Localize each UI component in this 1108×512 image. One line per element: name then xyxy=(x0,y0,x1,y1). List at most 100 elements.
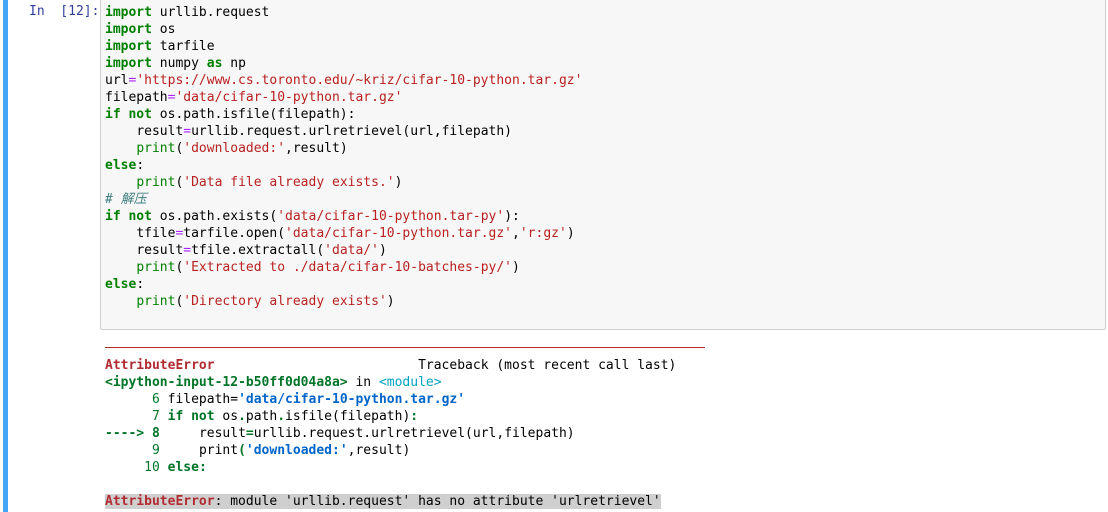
code-text: print xyxy=(198,443,239,458)
keyword: not xyxy=(128,107,152,122)
code-text: ,result) xyxy=(285,141,348,156)
operator: . xyxy=(238,409,246,424)
string-literal: 'data/cifar-10-python.tar.gz' xyxy=(285,226,513,241)
string-literal: 'data/cifar-10-python.tar.gz' xyxy=(238,392,466,407)
code-text: tarfile.open( xyxy=(183,226,286,241)
keyword: else xyxy=(105,158,137,173)
builtin: print xyxy=(136,175,176,190)
code-text: , xyxy=(512,226,520,241)
code-text: isfile(filepath) xyxy=(285,409,411,424)
input-reference: <ipython-input-12-b50ff0d04a8a> xyxy=(105,375,348,390)
error-name: AttributeError xyxy=(105,358,215,373)
keyword: else xyxy=(105,277,137,292)
code-text: os.path.isfile(filepath): xyxy=(151,107,356,122)
keyword: if xyxy=(105,209,121,224)
code-editor[interactable]: import urllib.request import os import t… xyxy=(105,4,582,310)
keyword: if xyxy=(167,409,184,424)
traceback-output: AttributeError Traceback (most recent ca… xyxy=(105,357,676,510)
keyword: else xyxy=(167,460,199,475)
keyword: not xyxy=(128,209,152,224)
string-literal: 'downloaded:' xyxy=(183,141,286,156)
builtin: print xyxy=(136,260,176,275)
keyword: import xyxy=(105,5,152,20)
string-literal: 'data/cifar-10-python.tar-py' xyxy=(277,209,505,224)
string-literal: 'Directory already exists' xyxy=(183,294,387,309)
code-text: ) xyxy=(512,260,520,275)
keyword: as xyxy=(206,56,223,71)
operator: : xyxy=(410,409,419,424)
line-number: 9 xyxy=(105,443,168,458)
code-text: tfile.extractall( xyxy=(191,243,325,258)
traceback-divider xyxy=(105,347,705,348)
string-literal: 'data/' xyxy=(324,243,379,258)
code-text: path xyxy=(245,409,278,424)
code-text: filepath xyxy=(167,392,231,407)
code-text: filepath xyxy=(105,90,168,105)
keyword: import xyxy=(105,56,152,71)
code-text: result xyxy=(136,243,184,258)
line-number: 7 xyxy=(105,409,168,424)
input-prompt: In [12]: xyxy=(29,4,100,19)
module-name: <module> xyxy=(378,375,442,390)
builtin: print xyxy=(136,294,176,309)
code-text: tarfile xyxy=(151,39,215,54)
current-line-arrow: ----> 8 xyxy=(105,426,160,441)
string-literal: 'data/cifar-10-python.tar.gz' xyxy=(175,90,403,105)
cell-selection-bar xyxy=(3,0,8,512)
code-text: ) xyxy=(394,175,403,190)
keyword: if xyxy=(105,107,121,122)
code-text: urllib.request.urlretrievel(url,filepath… xyxy=(253,426,575,441)
code-text: tfile xyxy=(136,226,176,241)
operator: : xyxy=(198,460,207,475)
string-literal: 'downloaded:' xyxy=(245,443,348,458)
code-text: urllib.request xyxy=(151,5,270,20)
code-text: in xyxy=(347,375,379,390)
final-error-name: AttributeError xyxy=(105,494,215,509)
line-number: 6 xyxy=(105,392,168,407)
keyword: import xyxy=(105,22,152,37)
code-text: url xyxy=(105,73,129,88)
code-text: np xyxy=(222,56,246,71)
line-number: 10 xyxy=(105,460,168,475)
code-text: numpy xyxy=(151,56,207,71)
keyword: not xyxy=(191,409,215,424)
code-text: result xyxy=(136,124,184,139)
operator: = xyxy=(183,124,192,139)
operator: . xyxy=(277,409,286,424)
operator: = xyxy=(183,243,192,258)
final-error-message: : module 'urllib.request' has no attribu… xyxy=(214,494,661,509)
code-text: os.path.exists( xyxy=(151,209,278,224)
operator: = xyxy=(245,426,254,441)
builtin: print xyxy=(136,141,176,156)
code-text: ) xyxy=(386,294,395,309)
notebook-code-cell[interactable]: In [12]: import urllib.request import os… xyxy=(0,0,1108,512)
final-error-line: AttributeError: module 'urllib.request' … xyxy=(105,494,661,509)
code-text: ): xyxy=(504,209,520,224)
code-text: urllib.request.urlretrievel(url,filepath… xyxy=(191,124,513,139)
code-text: ,result) xyxy=(347,443,411,458)
code-text: os xyxy=(214,409,239,424)
comment: # 解压 xyxy=(105,192,147,207)
code-text: result xyxy=(198,426,246,441)
string-literal: 'Extracted to ./data/cifar-10-batches-py… xyxy=(183,260,513,275)
string-literal: 'https://www.cs.toronto.edu/~kriz/cifar-… xyxy=(136,73,583,88)
code-text: : xyxy=(136,277,145,292)
string-literal: 'r:gz' xyxy=(519,226,567,241)
code-text: ) xyxy=(378,243,387,258)
string-literal: 'Data file already exists.' xyxy=(183,175,395,190)
operator: ( xyxy=(238,443,246,458)
operator: = xyxy=(230,392,239,407)
code-text: ) xyxy=(566,226,575,241)
traceback-header: Traceback (most recent call last) xyxy=(418,358,677,373)
code-text: : xyxy=(136,158,145,173)
